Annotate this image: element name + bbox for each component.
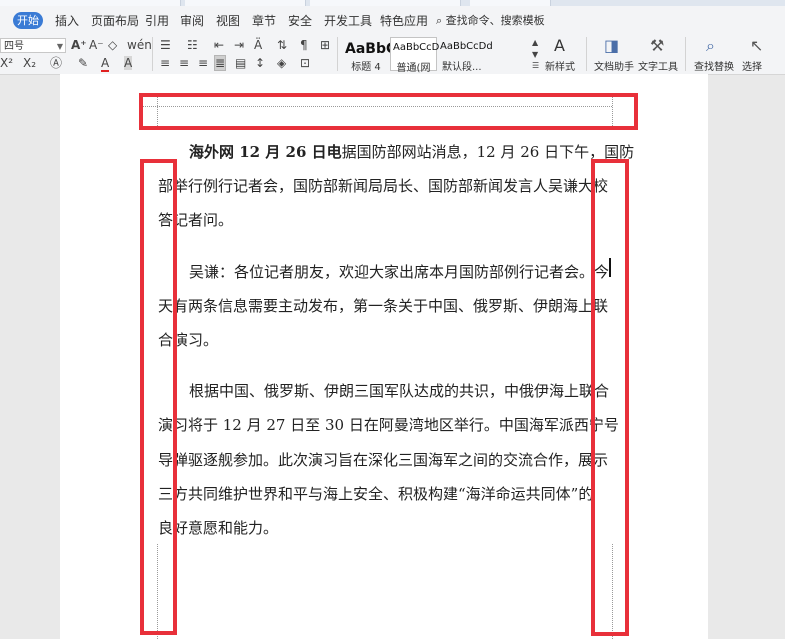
command-search[interactable]: ⌕ 查找命令、搜索模板 <box>436 12 545 28</box>
style-normal-web[interactable]: AaBbCcD 普通(网站) <box>390 37 440 89</box>
divider <box>586 37 587 71</box>
justify-icon[interactable]: ≣ <box>214 55 227 71</box>
font-color-icon[interactable]: A <box>101 56 110 72</box>
style-default-paragraph[interactable]: AaBbCcDd 默认段... <box>438 37 534 73</box>
magnifier-icon: ⌕ <box>706 36 715 55</box>
style-label: 标题 4 <box>351 62 381 73</box>
menu-security[interactable]: 安全 <box>288 12 312 29</box>
doc-helper-label: 文档助手 <box>594 62 634 73</box>
more-styles-icon[interactable]: ☰ <box>532 59 539 73</box>
paragraph-line: 部举行例行记者会，国防部新闻局局长、国防部新闻发言人吴谦大校 <box>158 177 609 195</box>
shading-icon[interactable]: ◈ <box>277 56 286 70</box>
align-right-icon[interactable]: ≡ <box>198 56 208 70</box>
chinese-layout-icon[interactable]: Ä <box>254 38 262 52</box>
style-heading-4[interactable]: AaBbC 标题 4 <box>343 37 396 73</box>
highlight-icon[interactable]: ✎ <box>78 56 88 70</box>
menu-special-apps[interactable]: 特色应用 <box>380 12 428 29</box>
highlight-box-header <box>139 93 638 130</box>
show-marks-icon[interactable]: ¶ <box>300 38 308 52</box>
find-replace-label: 查找替换 <box>694 62 734 73</box>
paragraph-line: 海外网 12 月 26 日电据国防部网站消息，12 月 26 日下午，国防 <box>189 141 634 162</box>
paragraph-line: 导弹驱逐舰参加。此次演习旨在深化三国海军之间的交流合作，展示 <box>158 451 609 469</box>
style-sample: AaBbC <box>345 41 397 57</box>
new-style-button[interactable]: A 新样式 <box>544 34 586 74</box>
select-label: 选择 <box>742 62 762 73</box>
menu-start-tab[interactable]: 开始 <box>13 12 43 29</box>
font-size-select[interactable]: 四号 ▼ <box>0 38 66 53</box>
style-label: 默认段... <box>442 62 482 73</box>
align-center-icon[interactable]: ≡ <box>179 56 189 70</box>
decrease-indent-icon[interactable]: ⇤ <box>214 38 224 52</box>
paragraph-line: 根据中国、俄罗斯、伊朗三国军队达成的共识，中俄伊海上联合 <box>189 382 610 400</box>
style-sample: AaBbCcD <box>393 42 440 53</box>
menu-page-layout[interactable]: 页面布局 <box>91 12 139 29</box>
highlight-box-right-margin <box>591 159 629 636</box>
paragraph-line: 三方共同维护世界和平与海上安全、积极构建“海洋命运共同体”的 <box>158 485 594 503</box>
grow-font-icon[interactable]: A⁺ <box>71 38 87 52</box>
increase-indent-icon[interactable]: ⇥ <box>234 38 244 52</box>
styles-gallery: AaBbC 标题 4 AaBbCcD 普通(网站) AaBbCcDd 默认段..… <box>343 37 538 89</box>
paragraph-line: 演习将于 12 月 27 日至 30 日在阿曼湾地区举行。中国海军派西宁号 <box>158 416 619 434</box>
chevron-down-icon: ▼ <box>56 42 63 51</box>
highlight-box-left-margin <box>140 159 177 635</box>
doc-helper-button[interactable]: ◨ 文档助手 <box>592 34 634 74</box>
dateline: 海外网 12 月 26 日电 <box>189 143 342 161</box>
new-style-label: 新样式 <box>545 62 575 73</box>
command-search-label: 查找命令、搜索模板 <box>445 14 545 27</box>
text-tools-button[interactable]: ⚒ 文字工具 <box>636 34 682 74</box>
subscript-icon[interactable]: X₂ <box>23 56 36 70</box>
distribute-icon[interactable]: ▤ <box>235 56 246 70</box>
bullet-list-icon[interactable]: ☰ <box>160 38 171 52</box>
search-icon: ⌕ <box>436 14 443 27</box>
char-shading-icon[interactable]: A <box>124 56 133 70</box>
table-icon[interactable]: ⊞ <box>320 38 330 52</box>
sort-icon[interactable]: ⇅ <box>277 38 287 52</box>
paragraph-line: 天有两条信息需要主动发布，第一条关于中国、俄罗斯、伊朗海上联 <box>158 297 609 315</box>
menu-review[interactable]: 审阅 <box>180 12 204 29</box>
text-tools-label: 文字工具 <box>638 62 678 73</box>
menu-insert[interactable]: 插入 <box>55 12 79 29</box>
menu-developer-tools[interactable]: 开发工具 <box>324 12 372 29</box>
text-effect-icon[interactable]: Ⓐ <box>50 56 62 70</box>
font-size-value: 四号 <box>4 41 24 52</box>
menu-sections[interactable]: 章节 <box>252 12 276 29</box>
divider <box>152 37 153 71</box>
align-left-icon[interactable]: ≡ <box>160 56 170 70</box>
cursor-arrow-icon: ↖ <box>750 36 764 55</box>
new-style-icon: A <box>554 36 565 55</box>
menu-references[interactable]: 引用 <box>145 12 169 29</box>
divider <box>337 37 338 71</box>
menu-bar: 开始 插入 页面布局 引用 审阅 视图 章节 安全 开发工具 特色应用 ⌕ 查找… <box>0 6 785 34</box>
superscript-icon[interactable]: X² <box>0 56 13 70</box>
menu-view[interactable]: 视图 <box>216 12 240 29</box>
paragraph-line: 吴谦：各位记者朋友，欢迎大家出席本月国防部例行记者会。今 <box>189 263 610 281</box>
line-spacing-icon[interactable]: ↕ <box>255 56 265 70</box>
divider <box>685 37 686 71</box>
clear-format-icon[interactable]: ◇ <box>108 38 117 52</box>
numbered-list-icon[interactable]: ☷ <box>187 38 198 52</box>
shrink-font-icon[interactable]: A⁻ <box>89 38 104 52</box>
find-replace-button[interactable]: ⌕ 查找替换 <box>692 34 738 74</box>
wrench-icon: ⚒ <box>650 36 665 55</box>
doc-helper-icon: ◨ <box>604 36 620 55</box>
phonetic-guide-icon[interactable]: wén <box>127 38 152 52</box>
borders-icon[interactable]: ⊡ <box>300 56 310 70</box>
ribbon-toolbar: 四号 ▼ A⁺ A⁻ ◇ wén X² X₂ Ⓐ ✎ A A ☰ ☷ ⇤ ⇥ Ä… <box>0 34 785 89</box>
select-button[interactable]: ↖ 选择 <box>742 34 782 74</box>
style-sample: AaBbCcDd <box>440 41 493 52</box>
